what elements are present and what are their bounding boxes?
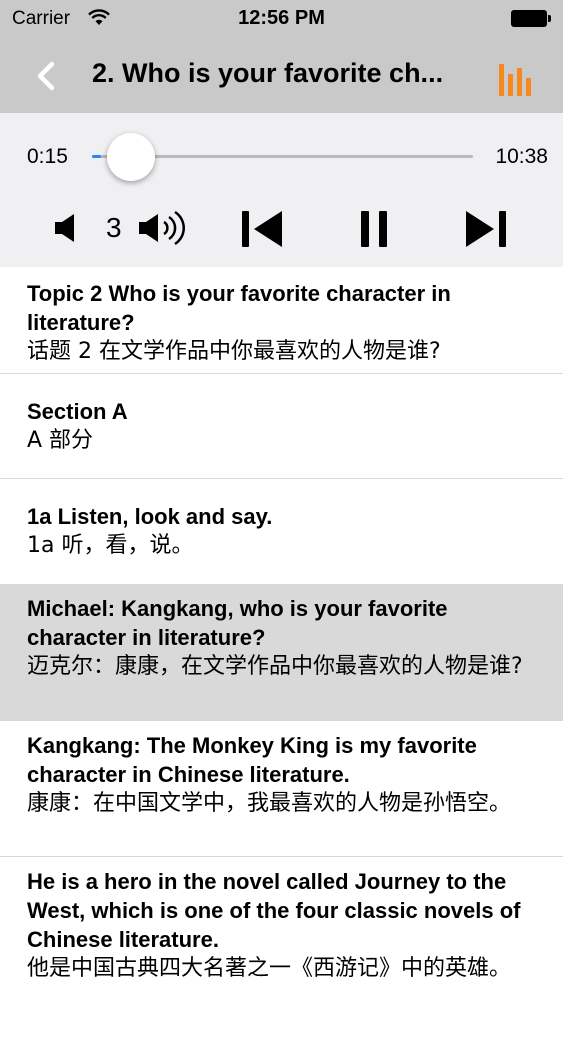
page-title: 2. Who is your favorite ch... bbox=[92, 58, 444, 88]
english-line: Section A bbox=[27, 399, 128, 424]
skip-previous-icon[interactable] bbox=[238, 207, 286, 251]
volume-down-icon[interactable] bbox=[52, 212, 82, 244]
back-chevron-icon[interactable] bbox=[30, 58, 60, 94]
chinese-line: 他是中国古典四大名著之一《西游记》中的英雄。 bbox=[27, 956, 512, 981]
chinese-line: A 部分 bbox=[27, 428, 94, 453]
volume-up-icon[interactable] bbox=[137, 210, 191, 246]
status-bar: Carrier 12:56 PM bbox=[0, 0, 563, 38]
progress-slider-thumb[interactable] bbox=[107, 133, 155, 181]
bar-chart-icon[interactable] bbox=[497, 60, 537, 96]
audio-player: 0:15 10:38 3 bbox=[0, 113, 563, 267]
list-item[interactable]: 1a Listen, look and say. 1a 听，看，说。 bbox=[0, 479, 563, 585]
english-line: 1a Listen, look and say. bbox=[27, 504, 273, 529]
volume-level: 3 bbox=[106, 212, 122, 243]
english-line: Kangkang: The Monkey King is my favorite… bbox=[27, 733, 477, 787]
battery-icon bbox=[511, 10, 551, 27]
list-item[interactable]: Kangkang: The Monkey King is my favorite… bbox=[0, 721, 563, 857]
list-item[interactable]: Section A A 部分 bbox=[0, 374, 563, 479]
current-time: 0:15 bbox=[27, 145, 68, 168]
chinese-line: 1a 听，看，说。 bbox=[27, 533, 194, 558]
list-item[interactable]: Topic 2 Who is your favorite character i… bbox=[0, 267, 563, 374]
total-time: 10:38 bbox=[495, 145, 548, 168]
list-item-current[interactable]: Michael: Kangkang, who is your favorite … bbox=[0, 585, 563, 721]
english-line: He is a hero in the novel called Journey… bbox=[27, 869, 521, 952]
english-line: Michael: Kangkang, who is your favorite … bbox=[27, 596, 448, 650]
english-line: Topic 2 Who is your favorite character i… bbox=[27, 281, 451, 335]
navigation-bar: 2. Who is your favorite ch... bbox=[0, 38, 563, 113]
status-time: 12:56 PM bbox=[238, 7, 325, 29]
progress-fill bbox=[92, 155, 101, 158]
pause-icon[interactable] bbox=[355, 207, 395, 251]
chinese-line: 话题 2 在文学作品中你最喜欢的人物是谁? bbox=[27, 339, 441, 364]
skip-next-icon[interactable] bbox=[462, 207, 510, 251]
lyrics-list: Topic 2 Who is your favorite character i… bbox=[0, 267, 563, 1037]
chinese-line: 迈克尔：康康，在文学作品中你最喜欢的人物是谁? bbox=[27, 654, 523, 679]
chinese-line: 康康：在中国文学中，我最喜欢的人物是孙悟空。 bbox=[27, 791, 512, 816]
list-item[interactable]: He is a hero in the novel called Journey… bbox=[0, 857, 563, 1037]
